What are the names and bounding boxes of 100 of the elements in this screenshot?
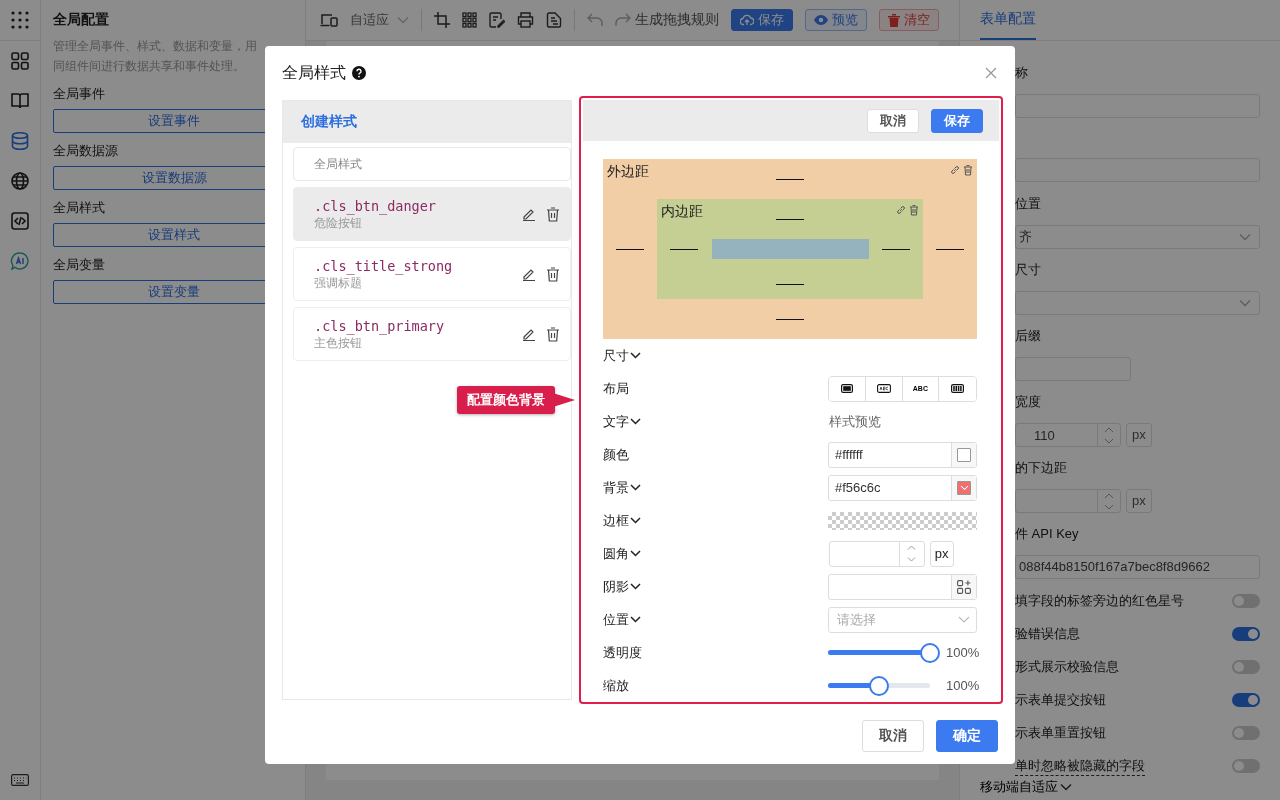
globe-icon[interactable]	[10, 171, 30, 191]
toggle-switch[interactable]	[1232, 726, 1260, 740]
panel-title: 全局配置	[53, 10, 110, 29]
style-preview-text: 样式预览	[828, 412, 881, 431]
grid-icon[interactable]	[462, 12, 477, 28]
field-label: 后缀	[1015, 327, 1042, 345]
text-field[interactable]	[1015, 94, 1260, 118]
toggle-switch[interactable]	[1232, 759, 1260, 773]
device-select[interactable]: 自适应	[350, 11, 409, 29]
trash-icon[interactable]	[963, 165, 973, 176]
code-icon[interactable]	[10, 211, 30, 231]
chevron-down-icon[interactable]	[1104, 437, 1114, 444]
save-button[interactable]: 保存	[931, 108, 983, 133]
mobile-adapt-toggle[interactable]: 移动端自适应	[980, 778, 1280, 796]
chevron-down-icon	[630, 484, 641, 491]
property-label[interactable]: 位置	[603, 610, 828, 629]
style-description: 强调标题	[314, 275, 363, 291]
field-label: 的下边距	[1015, 459, 1068, 477]
chevron-down-icon	[1239, 233, 1251, 241]
cancel-button[interactable]: 取消	[862, 720, 924, 752]
confirm-button[interactable]: 确定	[936, 720, 998, 752]
select-field[interactable]: 齐	[1015, 225, 1260, 249]
fill-in-line[interactable]	[670, 248, 698, 250]
link-icon[interactable]	[950, 165, 960, 175]
select-field[interactable]	[1015, 291, 1260, 315]
fill-in-line[interactable]	[616, 248, 644, 250]
class-name: .cls_btn_primary	[314, 317, 446, 335]
padding-label: 内边距	[661, 202, 704, 221]
style-description: 危险按钮	[314, 215, 363, 231]
property-label[interactable]: 圆角	[603, 544, 829, 563]
fill-in-line[interactable]	[882, 248, 910, 250]
chevron-down-icon	[630, 352, 641, 359]
link-icon[interactable]	[896, 205, 906, 215]
ai-chat-icon[interactable]	[10, 251, 30, 271]
database-icon[interactable]	[10, 131, 30, 151]
trash-icon	[888, 13, 900, 27]
edit-icon[interactable]	[522, 267, 536, 281]
style-item[interactable]: .cls_btn_primary 主色按钮	[293, 307, 571, 361]
widgets-icon[interactable]	[10, 51, 30, 71]
form-config-tab[interactable]: 表单配置	[980, 0, 1036, 40]
select-field[interactable]: 请选择	[828, 606, 977, 633]
keyboard-icon[interactable]	[11, 774, 29, 786]
book-icon[interactable]	[10, 91, 30, 111]
field-label: 宽度	[1015, 393, 1042, 411]
chevron-up-icon[interactable]	[1104, 426, 1114, 433]
save-button[interactable]: 保存	[731, 9, 793, 31]
toggle-switch[interactable]	[1232, 627, 1260, 641]
text-field[interactable]	[1015, 158, 1260, 182]
chevron-down-icon	[958, 616, 970, 623]
text-field[interactable]	[1015, 357, 1131, 381]
fill-in-line[interactable]	[776, 318, 804, 320]
toggle-label: 单时忽略被隐藏的字段	[1015, 756, 1145, 776]
close-icon[interactable]	[985, 67, 997, 79]
generate-rules-button[interactable]: 生成拖拽规则	[635, 11, 719, 29]
cancel-button[interactable]: 取消	[867, 108, 919, 133]
unit-label: px	[929, 540, 954, 567]
property-label[interactable]: 边框	[603, 511, 828, 530]
chevron-down-icon	[630, 517, 641, 524]
field-label: 件 API Key	[1015, 525, 1080, 543]
property-label[interactable]: 尺寸	[603, 346, 829, 365]
toggle-label: 填字段的标签旁边的红色星号	[1015, 592, 1184, 610]
edit-icon[interactable]	[522, 327, 536, 341]
property-label[interactable]: 文字	[603, 412, 829, 431]
chevron-down-icon	[630, 550, 641, 557]
chevron-up-icon[interactable]	[1104, 492, 1114, 499]
chevron-down-icon[interactable]	[1104, 503, 1114, 510]
trash-icon[interactable]	[546, 326, 560, 342]
toggle-switch[interactable]	[1232, 594, 1260, 608]
chevron-down-icon	[630, 616, 641, 623]
fill-in-line[interactable]	[936, 248, 964, 250]
edit-icon[interactable]	[522, 207, 536, 221]
property-label: 缩放	[603, 676, 630, 695]
edit-icon[interactable]	[489, 12, 505, 28]
create-style-link[interactable]: 创建样式	[301, 113, 357, 131]
layout-option[interactable]	[829, 376, 866, 401]
devices-icon[interactable]	[320, 12, 338, 28]
style-item[interactable]: .cls_title_strong 强调标题	[293, 247, 571, 301]
style-item[interactable]: .cls_btn_danger 危险按钮	[293, 187, 571, 241]
style-description: 主色按钮	[314, 335, 363, 351]
trash-icon[interactable]	[546, 266, 560, 282]
clear-button[interactable]: 清空	[879, 9, 939, 31]
pointer-arrow-icon	[553, 391, 575, 409]
toggle-switch[interactable]	[1232, 693, 1260, 707]
toggle-switch[interactable]	[1232, 660, 1260, 674]
apps-icon[interactable]	[11, 11, 29, 29]
print-icon[interactable]	[517, 12, 534, 28]
fill-in-line[interactable]	[776, 283, 804, 285]
text-field[interactable]: 088f44b8150f167a7bec8f8d9662	[1015, 555, 1260, 579]
crop-icon[interactable]	[434, 12, 450, 28]
number-field[interactable]	[1015, 489, 1121, 513]
field-label: 位置	[1015, 195, 1042, 213]
toggle-label: 验错误信息	[1015, 625, 1080, 643]
property-label[interactable]: 背景	[603, 478, 828, 497]
property-label[interactable]: 阴影	[603, 577, 828, 596]
search-field[interactable]: 全局样式	[293, 147, 571, 181]
preview-button[interactable]: 预览	[805, 9, 867, 31]
help-icon[interactable]	[352, 66, 366, 80]
number-field[interactable]: 110	[1015, 423, 1121, 447]
trash-icon[interactable]	[546, 206, 560, 222]
class-name: .cls_btn_danger	[314, 197, 437, 215]
